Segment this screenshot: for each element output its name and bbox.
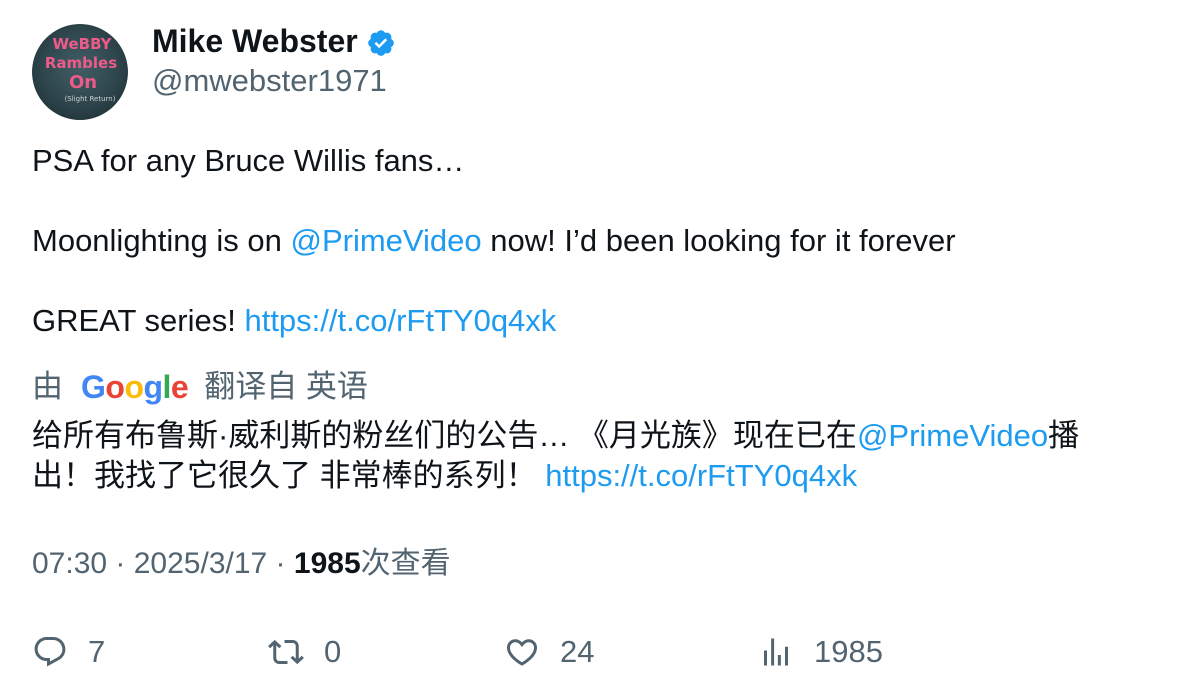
like-count: 24	[560, 634, 595, 669]
translated-text-line-2: 出！我找了它很久了 非常棒的系列！ https://t.co/rFtTY0q4x…	[32, 456, 857, 496]
avatar[interactable]: WeBBY Rambles On (Slight Return)	[32, 24, 128, 120]
translated-text-line-1: 给所有布鲁斯·威利斯的粉丝们的公告… 《月光族》现在已在@PrimeVideo播	[32, 416, 1079, 456]
author-handle[interactable]: @mwebster1971	[152, 62, 387, 100]
meta-separator: ·	[267, 547, 294, 580]
views-action-count: 1985	[814, 634, 883, 669]
tweet-text-line-1: PSA for any Bruce Willis fans…	[32, 143, 465, 178]
tweet-text-segment: Moonlighting is on	[32, 223, 291, 258]
avatar-text-3: On	[69, 72, 97, 93]
verified-badge-icon	[368, 30, 394, 56]
translated-mention-link[interactable]: @PrimeVideo	[857, 418, 1048, 453]
views-count: 1985	[293, 547, 361, 580]
translation-source-label: 翻译自 英语	[204, 369, 368, 404]
avatar-image: WeBBY Rambles On (Slight Return)	[32, 24, 128, 120]
reply-count: 7	[88, 634, 106, 669]
retweet-icon	[268, 639, 304, 665]
author-name[interactable]: Mike Webster	[152, 22, 358, 60]
retweet-button[interactable]: 0	[268, 632, 341, 672]
avatar-text-1: WeBBY	[52, 35, 112, 53]
analytics-icon	[764, 638, 788, 666]
translated-text-segment: 播	[1048, 418, 1080, 453]
heart-icon	[506, 639, 538, 666]
reply-button[interactable]: 7	[32, 632, 105, 672]
tweet-text-segment: now! I’d been looking for it forever	[481, 223, 956, 258]
tweet-date[interactable]: 2025/3/17	[134, 547, 267, 580]
translation-by-label: 由	[32, 369, 63, 404]
reply-icon	[34, 637, 66, 667]
tweet-text-line-3: GREAT series! https://t.co/rFtTY0q4xk	[32, 302, 556, 340]
google-logo: Google	[81, 369, 189, 405]
tweet-text-line-2: Moonlighting is on @PrimeVideo now! I’d …	[32, 222, 956, 260]
tweet-text-segment: GREAT series!	[32, 303, 245, 338]
avatar-text-2: Rambles	[45, 54, 117, 72]
tweet-meta: 07:30 · 2025/3/17 · 1985次查看	[32, 545, 451, 583]
translated-url-link[interactable]: https://t.co/rFtTY0q4xk	[545, 458, 857, 493]
mention-link[interactable]: @PrimeVideo	[291, 223, 482, 258]
like-button[interactable]: 24	[504, 632, 594, 672]
views-label: 次查看	[360, 547, 451, 580]
avatar-text-4: (Slight Return)	[65, 95, 116, 103]
views-button[interactable]: 1985	[758, 632, 883, 672]
retweet-count: 0	[324, 634, 342, 669]
tweet-time[interactable]: 07:30	[32, 547, 107, 580]
translation-attribution: 由 Google 翻译自 英语	[32, 367, 368, 407]
translated-text-segment: 给所有布鲁斯·威利斯的粉丝们的公告… 《月光族》现在已在	[32, 418, 857, 453]
meta-separator: ·	[107, 547, 134, 580]
translated-text-segment: 出！我找了它很久了 非常棒的系列！	[32, 458, 546, 493]
url-link[interactable]: https://t.co/rFtTY0q4xk	[244, 303, 556, 338]
